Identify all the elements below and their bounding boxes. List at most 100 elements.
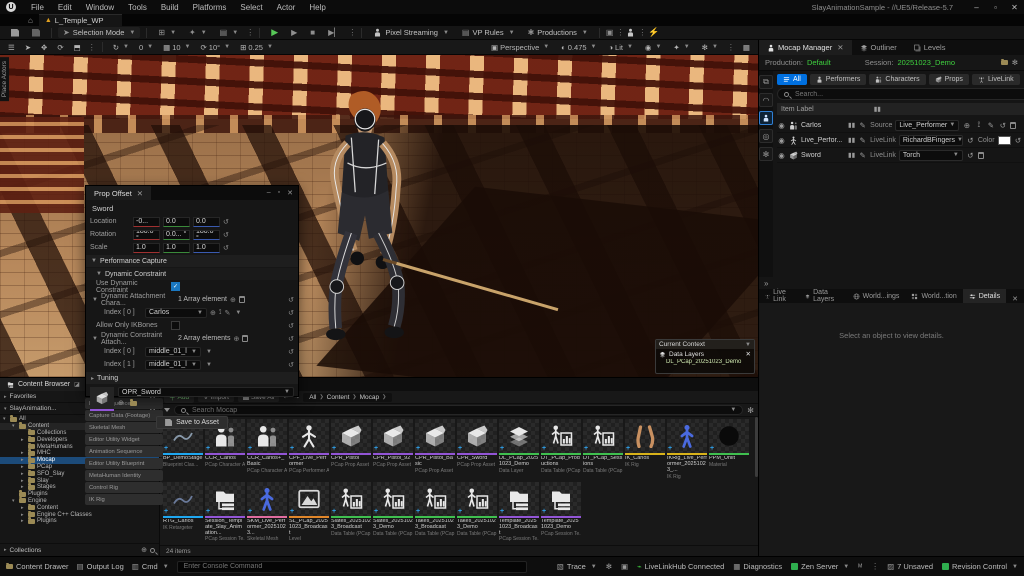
asset-tile[interactable]: + Template_20251023_Broadcast PCap Sessi… <box>499 482 539 543</box>
visibility-eye-icon[interactable]: ◉ <box>777 136 786 145</box>
asset-tile[interactable]: + DT_PCap_Productions Data Table (PCap P… <box>541 419 581 480</box>
chevron-down-icon[interactable]: ▼ <box>745 342 751 348</box>
performer-toolbar-icon[interactable] <box>626 28 635 37</box>
expand-arrow-icon[interactable]: ▸ <box>21 457 26 463</box>
quick-create-item[interactable]: Control Rig <box>85 482 163 493</box>
minimize-button[interactable]: – <box>967 1 986 14</box>
selection-mode-dropdown[interactable]: ➤ Selection Mode▼ <box>58 27 140 38</box>
bone-dropdown[interactable]: middle_01_l▼ <box>145 360 201 370</box>
edit-pencil-icon[interactable]: ✎ <box>858 136 867 145</box>
asset-tile[interactable]: + CPR_Pistol_Basic PCap Prop Asset <box>415 419 455 480</box>
reset-icon[interactable]: ↺ <box>998 121 1007 130</box>
asset-tile[interactable]: + IK_Carlos IK Rig <box>625 419 665 480</box>
recompile-icon[interactable]: ⚡ <box>648 27 659 38</box>
clear-array-icon[interactable] <box>242 335 248 342</box>
filter-button[interactable]: LiveLink <box>972 74 1020 85</box>
filter-button[interactable]: Characters <box>869 74 925 85</box>
quick-create-item[interactable]: Animation Sequence <box>85 446 163 457</box>
focus-icon[interactable]: ⊕ <box>210 309 216 317</box>
z-value-field[interactable]: 1.0 <box>193 243 220 253</box>
breadcrumb-item[interactable]: All <box>309 394 323 401</box>
add-element-icon[interactable]: ⊕ <box>233 335 239 343</box>
open-folder-icon[interactable] <box>130 401 137 406</box>
expand-arrow-icon[interactable]: ▾ <box>12 498 17 504</box>
browse-session-folder-icon[interactable] <box>1001 60 1008 65</box>
exposure-dropdown[interactable]: ◐ 0.475▼ <box>558 43 599 52</box>
menu-item[interactable]: Select <box>233 3 269 12</box>
reset-icon[interactable]: ↺ <box>288 361 294 369</box>
mocap-item-row[interactable]: ◉ Carlos ▮▮ ✎ Source Live_Performer▼ ⊕ ⟟… <box>777 118 1024 133</box>
edit-pencil-icon[interactable]: ✎ <box>858 151 867 160</box>
details-tab[interactable]: Details <box>963 289 1006 303</box>
binding-dropdown[interactable]: RichardBFingers▼ <box>899 135 963 146</box>
filter-button[interactable]: Props <box>929 74 969 85</box>
reset-icon[interactable]: ↺ <box>288 348 294 356</box>
console-input[interactable] <box>182 562 522 571</box>
breadcrumb-item[interactable]: Content <box>327 394 357 401</box>
breadcrumb-item[interactable]: Mocap <box>360 394 387 401</box>
expand-arrow-icon[interactable]: ▸ <box>21 512 26 518</box>
panel-tab[interactable]: Levels✕ <box>905 40 954 55</box>
pause-icon[interactable]: ▮▮ <box>848 121 855 129</box>
asset-tile[interactable]: + Takes_20251023_Demo Data Table (PCap T… <box>457 482 497 543</box>
productions-dropdown[interactable]: ✱ Productions▼ <box>523 27 593 38</box>
binding-dropdown[interactable]: Live_Performer▼ <box>895 120 959 131</box>
use-dynamic-constraint-checkbox[interactable]: ✓ <box>171 282 180 291</box>
mocap-settings-gear-icon[interactable]: ✻ <box>1012 58 1018 67</box>
session-value[interactable]: 20251023_Demo <box>898 58 956 67</box>
performance-capture-section[interactable]: ▼Performance Capture <box>86 255 298 267</box>
asset-tile[interactable]: + Template_20251023_Demo PCap Session Te… <box>541 482 581 543</box>
show-flags-dropdown[interactable]: ◉▼ <box>642 43 665 52</box>
expand-arrow-icon[interactable]: ▸ <box>21 437 26 443</box>
quick-create-item[interactable]: MetaHuman Identity <box>85 470 163 481</box>
camera-speed-dropdown[interactable]: ⊞ 0.25▼ <box>237 43 276 52</box>
z-value-field[interactable]: 0.0 <box>193 217 220 227</box>
secondary-dropdown-icon[interactable]: ▼ <box>206 349 212 355</box>
close-icon[interactable]: ✕ <box>746 350 751 358</box>
quick-create-item[interactable]: IK Rig <box>85 494 163 505</box>
menu-item[interactable]: Window <box>79 3 121 12</box>
home-icon[interactable]: ⌂ <box>28 16 33 25</box>
add-collection-icon[interactable]: ⊕ <box>141 546 147 554</box>
network-signal-icon[interactable]: ᴹ <box>858 562 862 571</box>
asset-tile[interactable]: + PPM_Unlit Material <box>709 419 749 480</box>
console-input-box[interactable] <box>177 561 527 573</box>
target-icon[interactable]: ◎ <box>759 129 773 143</box>
settings-icon[interactable]: ✻ <box>759 147 773 161</box>
trace-dropdown[interactable]: ▧Trace▼ <box>557 562 597 571</box>
mocap-toolbar-icon[interactable]: ▣ <box>606 28 614 37</box>
delete-trash-icon[interactable] <box>1010 122 1016 129</box>
x-value-field[interactable]: 1.0 <box>133 243 160 253</box>
reset-icon[interactable]: ↺ <box>223 244 229 252</box>
minimize-icon[interactable]: – <box>267 189 271 197</box>
unsaved-button[interactable]: ▨7 Unsaved <box>887 562 933 571</box>
close-icon[interactable]: ✕ <box>287 189 293 197</box>
asset-tile[interactable]: + Session_Template_Slay_Animation... PCa… <box>205 482 245 543</box>
save-all-button[interactable] <box>27 28 45 38</box>
mocap-search-input[interactable] <box>793 90 1024 99</box>
expand-arrow-icon[interactable]: ▸ <box>21 505 26 511</box>
camera-dropdown[interactable]: ✦▼ <box>670 43 692 52</box>
livelinkhub-status[interactable]: ⌁LiveLinkHub Connected <box>637 562 724 571</box>
search-icon[interactable] <box>150 548 155 553</box>
quick-create-item[interactable]: Editor Utility Widget <box>85 434 163 445</box>
collections-section[interactable]: ▸ Collections ⊕ <box>0 543 159 556</box>
edit-pencil-icon[interactable]: ✎ <box>858 121 867 130</box>
asset-tile[interactable]: + Takes_20251023_Broadcast Data Table (P… <box>415 482 455 543</box>
reset-icon[interactable]: ↺ <box>288 296 294 304</box>
settings-gear-icon[interactable]: ✻ <box>606 562 612 571</box>
expand-arrow-icon[interactable]: ▸ <box>21 478 26 484</box>
select-tool[interactable]: ➤ <box>22 43 34 52</box>
reset-color-icon[interactable]: ↺ <box>1014 136 1023 145</box>
reset-icon[interactable]: ↺ <box>223 231 229 239</box>
y-value-field[interactable]: 0.0 <box>163 217 190 227</box>
pause-icon[interactable]: ▮▮ <box>848 151 855 159</box>
prop-offset-tab[interactable]: Prop Offset ✕ <box>86 186 151 200</box>
place-actors-tab[interactable]: Place Actors <box>0 57 9 101</box>
menu-item[interactable]: Actor <box>270 3 303 12</box>
allow-only-ikbones-checkbox[interactable] <box>171 321 180 330</box>
menu-item[interactable]: Build <box>154 3 186 12</box>
menu-item[interactable]: Edit <box>51 3 79 12</box>
connections-icon[interactable]: ⧉ <box>759 75 773 89</box>
expand-arrow-icon[interactable]: ▸ <box>21 450 26 456</box>
